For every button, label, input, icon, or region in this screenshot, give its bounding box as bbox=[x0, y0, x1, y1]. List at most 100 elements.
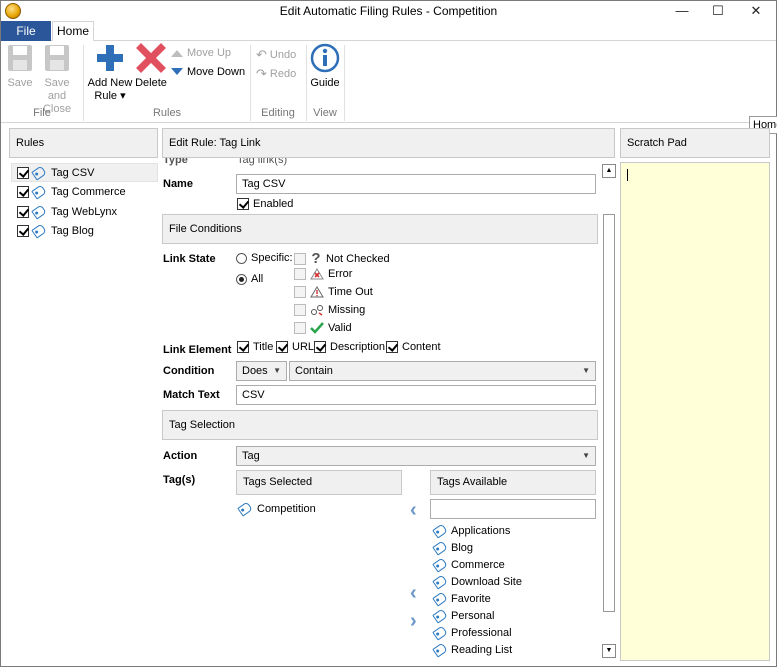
move-down-button[interactable]: Move Down bbox=[170, 66, 245, 78]
tab-home[interactable]: Home bbox=[52, 21, 94, 42]
element-content[interactable]: Content bbox=[386, 341, 441, 353]
available-tag-item[interactable]: Blog bbox=[432, 540, 473, 556]
minimize-button[interactable]: — bbox=[663, 1, 701, 21]
enabled-checkbox-box[interactable] bbox=[237, 198, 249, 210]
state-not-checked[interactable]: ? Not Checked bbox=[294, 250, 390, 267]
element-title[interactable]: Title bbox=[237, 341, 273, 353]
state-checkbox[interactable] bbox=[294, 322, 306, 334]
redo-icon: ↷ bbox=[256, 66, 267, 81]
state-checkbox[interactable] bbox=[294, 268, 306, 280]
delete-button[interactable]: Delete bbox=[134, 43, 168, 90]
rule-item[interactable]: Tag WebLynx bbox=[17, 203, 117, 221]
state-missing[interactable]: Missing bbox=[294, 304, 365, 316]
tag-selection-section: Tag Selection bbox=[162, 410, 598, 440]
tab-file[interactable]: File bbox=[1, 21, 51, 41]
state-label: Valid bbox=[328, 322, 352, 334]
name-field[interactable]: Tag CSV bbox=[236, 174, 596, 194]
delete-label: Delete bbox=[135, 77, 167, 89]
state-time-out[interactable]: Time Out bbox=[294, 286, 373, 298]
specific-radio[interactable]: Specific: bbox=[236, 252, 293, 264]
enabled-checkbox[interactable]: Enabled bbox=[237, 198, 293, 210]
condition-contain-select[interactable]: Contain ▼ bbox=[289, 361, 596, 381]
state-checkbox[interactable] bbox=[294, 252, 306, 265]
match-text-field[interactable]: CSV bbox=[236, 385, 596, 405]
scroll-down-button[interactable]: ▼ bbox=[602, 644, 616, 658]
rule-item[interactable]: Tag Blog bbox=[17, 222, 94, 240]
rule-checkbox[interactable] bbox=[17, 186, 29, 198]
element-checkbox[interactable] bbox=[276, 341, 288, 353]
available-tag-item[interactable]: Personal bbox=[432, 608, 494, 624]
element-checkbox[interactable] bbox=[386, 341, 398, 353]
available-tag-item[interactable]: Download Site bbox=[432, 574, 522, 590]
redo-button[interactable]: ↷ Redo bbox=[256, 66, 296, 82]
move-left-arrow-button[interactable]: ‹ bbox=[410, 500, 424, 520]
check-icon bbox=[310, 322, 324, 334]
condition-label: Condition bbox=[163, 365, 215, 377]
close-button[interactable]: ✕ bbox=[737, 1, 775, 21]
rule-checkbox[interactable] bbox=[17, 167, 29, 179]
available-tag-item[interactable]: Applications bbox=[432, 523, 510, 539]
error-icon bbox=[310, 268, 324, 280]
move-up-button[interactable]: Move Up bbox=[170, 47, 231, 59]
save-close-label-1: Save and bbox=[44, 77, 70, 102]
ribbon-tabs: File Home bbox=[1, 21, 776, 42]
add-new-rule-button[interactable]: Add New Rule ▾ bbox=[87, 43, 133, 103]
chevron-down-icon: ▼ bbox=[582, 366, 590, 375]
state-label: Time Out bbox=[328, 286, 373, 298]
state-error[interactable]: Error bbox=[294, 268, 352, 280]
state-label: Error bbox=[328, 268, 353, 280]
tag-icon bbox=[432, 608, 448, 624]
available-tag-label: Download Site bbox=[451, 576, 522, 588]
selected-tag-item[interactable]: Competition bbox=[237, 501, 316, 517]
tag-icon bbox=[31, 204, 47, 220]
available-tag-item[interactable]: Favorite bbox=[432, 591, 491, 607]
element-description[interactable]: Description bbox=[314, 341, 385, 353]
rule-item[interactable]: Tag Commerce bbox=[17, 183, 126, 201]
radio-button[interactable] bbox=[236, 252, 247, 264]
element-checkbox[interactable] bbox=[237, 341, 249, 353]
guide-button[interactable]: Guide bbox=[309, 43, 341, 90]
element-checkbox[interactable] bbox=[314, 341, 326, 353]
available-tag-item[interactable]: Professional bbox=[432, 625, 512, 641]
scratch-pad-textarea[interactable] bbox=[620, 162, 770, 661]
link-state-label: Link State bbox=[163, 253, 216, 265]
chevron-down-icon: ▼ bbox=[582, 451, 590, 460]
state-checkbox[interactable] bbox=[294, 286, 306, 298]
condition-contain-value: Contain bbox=[295, 365, 333, 377]
rule-checkbox[interactable] bbox=[17, 225, 29, 237]
move-all-left-arrow-button[interactable]: ‹ bbox=[410, 583, 424, 603]
editor-scrollbar[interactable]: ▲ ▼ bbox=[602, 162, 616, 660]
action-select[interactable]: Tag ▼ bbox=[236, 446, 596, 466]
save-button[interactable]: Save bbox=[5, 43, 35, 90]
rule-checkbox[interactable] bbox=[17, 206, 29, 218]
undo-label: Undo bbox=[269, 49, 297, 61]
undo-button[interactable]: ↶ Undo bbox=[256, 47, 296, 63]
condition-does-select[interactable]: Does ▼ bbox=[236, 361, 287, 381]
match-text-label: Match Text bbox=[163, 389, 220, 401]
element-label: URL bbox=[292, 341, 315, 353]
state-label: Not Checked bbox=[326, 252, 390, 265]
save-and-close-button[interactable]: Save and Close bbox=[35, 43, 79, 116]
move-right-arrow-button[interactable]: › bbox=[410, 611, 424, 631]
available-tag-item[interactable]: Commerce bbox=[432, 557, 505, 573]
scroll-up-button[interactable]: ▲ bbox=[602, 164, 616, 178]
state-valid[interactable]: Valid bbox=[294, 322, 352, 334]
maximize-button[interactable]: ☐ bbox=[699, 1, 737, 21]
tag-icon bbox=[31, 165, 47, 181]
save-close-icon bbox=[45, 45, 69, 71]
element-url[interactable]: URL bbox=[276, 341, 314, 353]
file-conditions-section: File Conditions bbox=[162, 214, 598, 244]
rule-item[interactable]: Tag CSV bbox=[17, 164, 94, 182]
available-tag-item[interactable]: Reading List bbox=[432, 642, 512, 658]
tags-available-filter[interactable] bbox=[430, 499, 596, 519]
undo-icon: ↶ bbox=[256, 47, 267, 62]
type-value: Tag link(s) bbox=[237, 158, 288, 166]
all-radio[interactable]: All bbox=[236, 273, 263, 285]
available-tag-label: Favorite bbox=[451, 593, 491, 605]
scroll-thumb[interactable] bbox=[603, 214, 615, 612]
state-checkbox[interactable] bbox=[294, 304, 306, 316]
plus-icon bbox=[97, 45, 123, 71]
group-separator bbox=[83, 45, 84, 121]
name-label: Name bbox=[163, 178, 193, 190]
radio-button[interactable] bbox=[236, 273, 247, 285]
